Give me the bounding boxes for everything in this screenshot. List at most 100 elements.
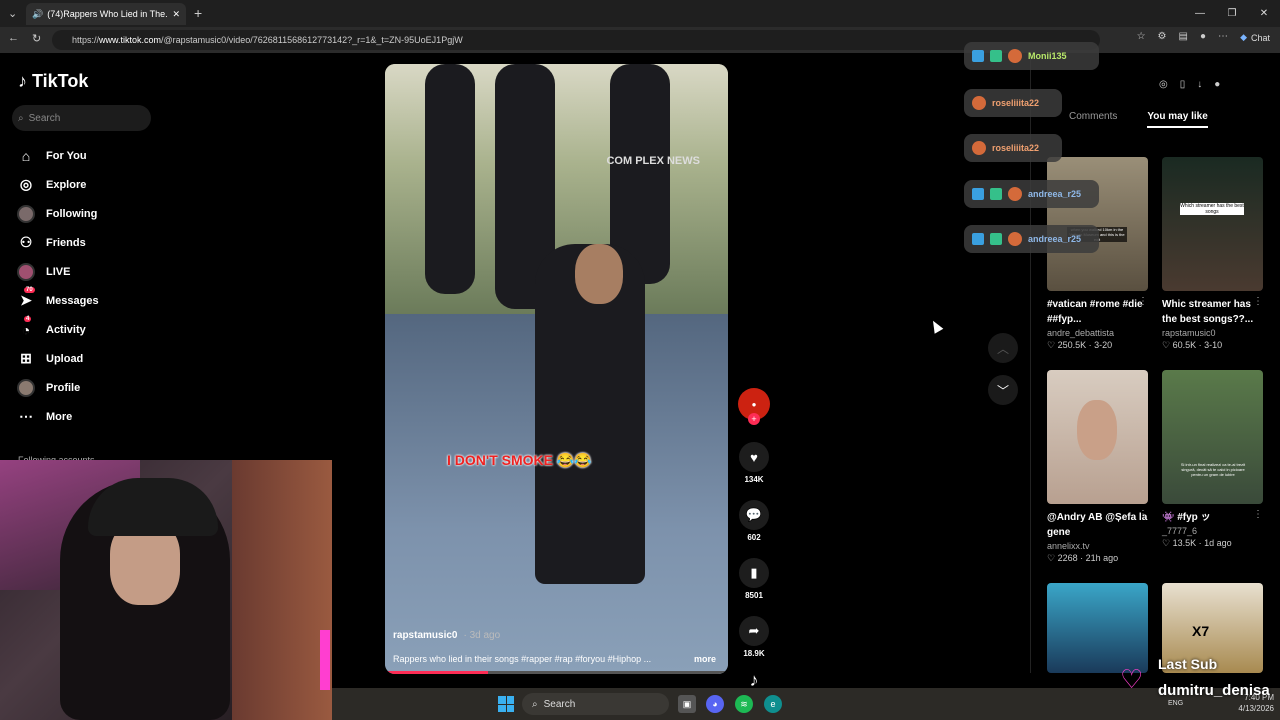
like-action[interactable]: ♥ 134K [739, 442, 769, 484]
follow-plus-icon[interactable]: + [748, 413, 760, 425]
new-tab-icon[interactable]: + [194, 5, 202, 21]
sidebar-item-following[interactable]: Following [16, 199, 99, 228]
card-menu-icon[interactable]: ⋮ [1138, 296, 1148, 307]
nav-label: Messages [46, 294, 99, 307]
sidebar-item-friends[interactable]: ⚇ Friends [16, 228, 99, 257]
thumbnail-text: Si intr-un final realizezi ca te-ai trez… [1180, 462, 1246, 477]
discord-icon[interactable]: ◕ [706, 695, 724, 713]
heart-outline-icon: ♡ [1047, 340, 1058, 350]
browser-tab[interactable]: 🔊 (74)Rappers Who Lied in The... ✕ [26, 3, 186, 25]
language-indicator[interactable]: ENG [1168, 700, 1183, 707]
card-author[interactable]: annelixx.tv [1047, 541, 1148, 551]
creator-avatar[interactable]: ● + [738, 388, 770, 425]
sidebar-item-for-you[interactable]: ⌂ For You [16, 141, 99, 170]
nav-label: Friends [46, 236, 86, 249]
heart-icon[interactable]: ♥ [739, 442, 769, 472]
chat-username: andreea_r25 [1028, 234, 1082, 244]
avatar [17, 262, 35, 281]
edge-icon[interactable]: e [764, 695, 782, 713]
suggested-video-card[interactable]: ⋮ @Andry AB @Șefa la gene annelixx.tv ♡ … [1047, 370, 1148, 564]
suggested-video-card[interactable] [1047, 583, 1148, 673]
extensions-icon[interactable]: ⚙ [1158, 31, 1167, 42]
tab-menu-icon[interactable]: ⌄ [8, 7, 17, 20]
browser-toolbar-icons: ☆ ⚙ ▤ ● ⋯ [1137, 31, 1228, 42]
nav-label: Profile [46, 381, 81, 394]
favorite-icon[interactable]: ☆ [1137, 31, 1146, 42]
thumbnail-text: X7 [1192, 623, 1210, 639]
nav-label: For You [46, 149, 87, 162]
nav-label: More [46, 410, 73, 423]
avatar [972, 141, 986, 155]
badge-icon [972, 188, 984, 200]
card-menu-icon[interactable]: ⋮ [1253, 509, 1263, 520]
next-video-button[interactable]: ﹀ [988, 375, 1018, 405]
video-caption-overlay: I DON'T SMOKE 😂😂 [447, 452, 592, 468]
sidebar-item-explore[interactable]: ◎ Explore [16, 170, 99, 199]
card-menu-icon[interactable]: ⋮ [1253, 296, 1263, 307]
collections-icon[interactable]: ▤ [1179, 31, 1188, 42]
chat-message: andreea_r25 [964, 180, 1099, 208]
settings-menu-icon[interactable]: ⋯ [1218, 31, 1228, 42]
close-window-icon[interactable]: ✕ [1248, 0, 1280, 27]
video-thumbnail: Si intr-un final realizezi ca te-ai trez… [1162, 370, 1263, 504]
comment-count: 602 [747, 533, 761, 542]
copilot-icon: ◆ [1240, 32, 1247, 42]
profile-icon[interactable]: ● [1200, 31, 1206, 42]
nav-label: Explore [46, 178, 87, 191]
tiktok-note-icon: ♪ [18, 71, 27, 91]
chevron-down-icon: ﹀ [996, 383, 1009, 398]
url-host: www.tiktok.com [99, 35, 162, 45]
bookmark-icon[interactable]: ▮ [739, 558, 769, 588]
card-meta: ♡ 2268 · 21h ago [1047, 553, 1119, 563]
copilot-chat-button[interactable]: ◆ Chat [1240, 32, 1270, 43]
chat-message: roseliiita22 [964, 134, 1062, 162]
sidebar-item-upload[interactable]: ⊞ Upload [16, 344, 99, 373]
windows-start-icon[interactable] [498, 696, 514, 712]
card-author[interactable]: _7777_6 [1162, 526, 1263, 536]
spotify-icon[interactable]: ≋ [735, 695, 753, 713]
sidebar-item-activity[interactable]: ◔ 4 Activity [16, 315, 99, 344]
comment-action[interactable]: 💬 602 [739, 500, 769, 542]
video-progress-fill [385, 671, 488, 674]
comment-icon[interactable]: 💬 [739, 500, 769, 530]
search-input[interactable]: ⌕ Search [12, 105, 151, 131]
card-menu-icon[interactable]: ⋮ [1138, 509, 1148, 520]
card-author[interactable]: rapstamusic0 [1162, 328, 1263, 338]
video-main-face [575, 244, 623, 304]
audio-icon[interactable]: 🔊 [32, 9, 43, 20]
sidebar-item-more[interactable]: ⋯ More [16, 402, 99, 431]
close-tab-icon[interactable]: ✕ [172, 9, 180, 20]
minimize-icon[interactable]: — [1184, 0, 1216, 27]
sidebar-item-profile[interactable]: Profile [16, 373, 99, 402]
avatar[interactable]: ● [1214, 79, 1220, 90]
share-action[interactable]: ➦ 18.9K [739, 616, 769, 658]
video-progress-bar[interactable] [385, 671, 728, 674]
maximize-icon[interactable]: ❐ [1216, 0, 1248, 27]
suggested-video-card[interactable]: Si intr-un final realizezi ca te-ai trez… [1162, 370, 1263, 549]
video-author[interactable]: rapstamusic0 · 3d ago [393, 630, 500, 641]
card-likes: 13.5K [1172, 538, 1197, 548]
card-date: 3-10 [1204, 340, 1223, 350]
sidebar-item-live[interactable]: LIVE [16, 257, 99, 286]
previous-video-button[interactable]: ︿ [988, 333, 1018, 363]
bell-icon: ◔ [21, 321, 31, 338]
badge-icon [972, 50, 984, 62]
card-author[interactable]: andre_debattista [1047, 328, 1148, 338]
avatar [1008, 187, 1022, 201]
chat-username: roseliiita22 [992, 98, 1040, 108]
url-field[interactable]: https://www.tiktok.com/@rapstamusic0/vid… [52, 30, 1100, 50]
tab-title: (74)Rappers Who Lied in The... [47, 9, 169, 19]
search-icon: ⌕ [18, 112, 24, 124]
chat-username: andreea_r25 [1028, 189, 1082, 199]
tiktok-logo[interactable]: ♪ TikTok [18, 71, 88, 92]
share-icon[interactable]: ➦ [739, 616, 769, 646]
back-icon[interactable]: ← [8, 32, 19, 44]
video-player[interactable]: COM PLEX NEWS I DON'T SMOKE 😂😂 rapstamus… [385, 64, 728, 674]
taskbar-search-label: Search [543, 698, 576, 710]
save-action[interactable]: ▮ 8501 [739, 558, 769, 600]
refresh-icon[interactable]: ↻ [32, 32, 41, 45]
task-view-icon[interactable]: ▣ [678, 695, 696, 713]
more-link[interactable]: more [694, 654, 716, 664]
taskbar-search[interactable]: ⌕ Search [522, 693, 669, 715]
sidebar-item-messages[interactable]: ➤ 70 Messages [16, 286, 99, 315]
